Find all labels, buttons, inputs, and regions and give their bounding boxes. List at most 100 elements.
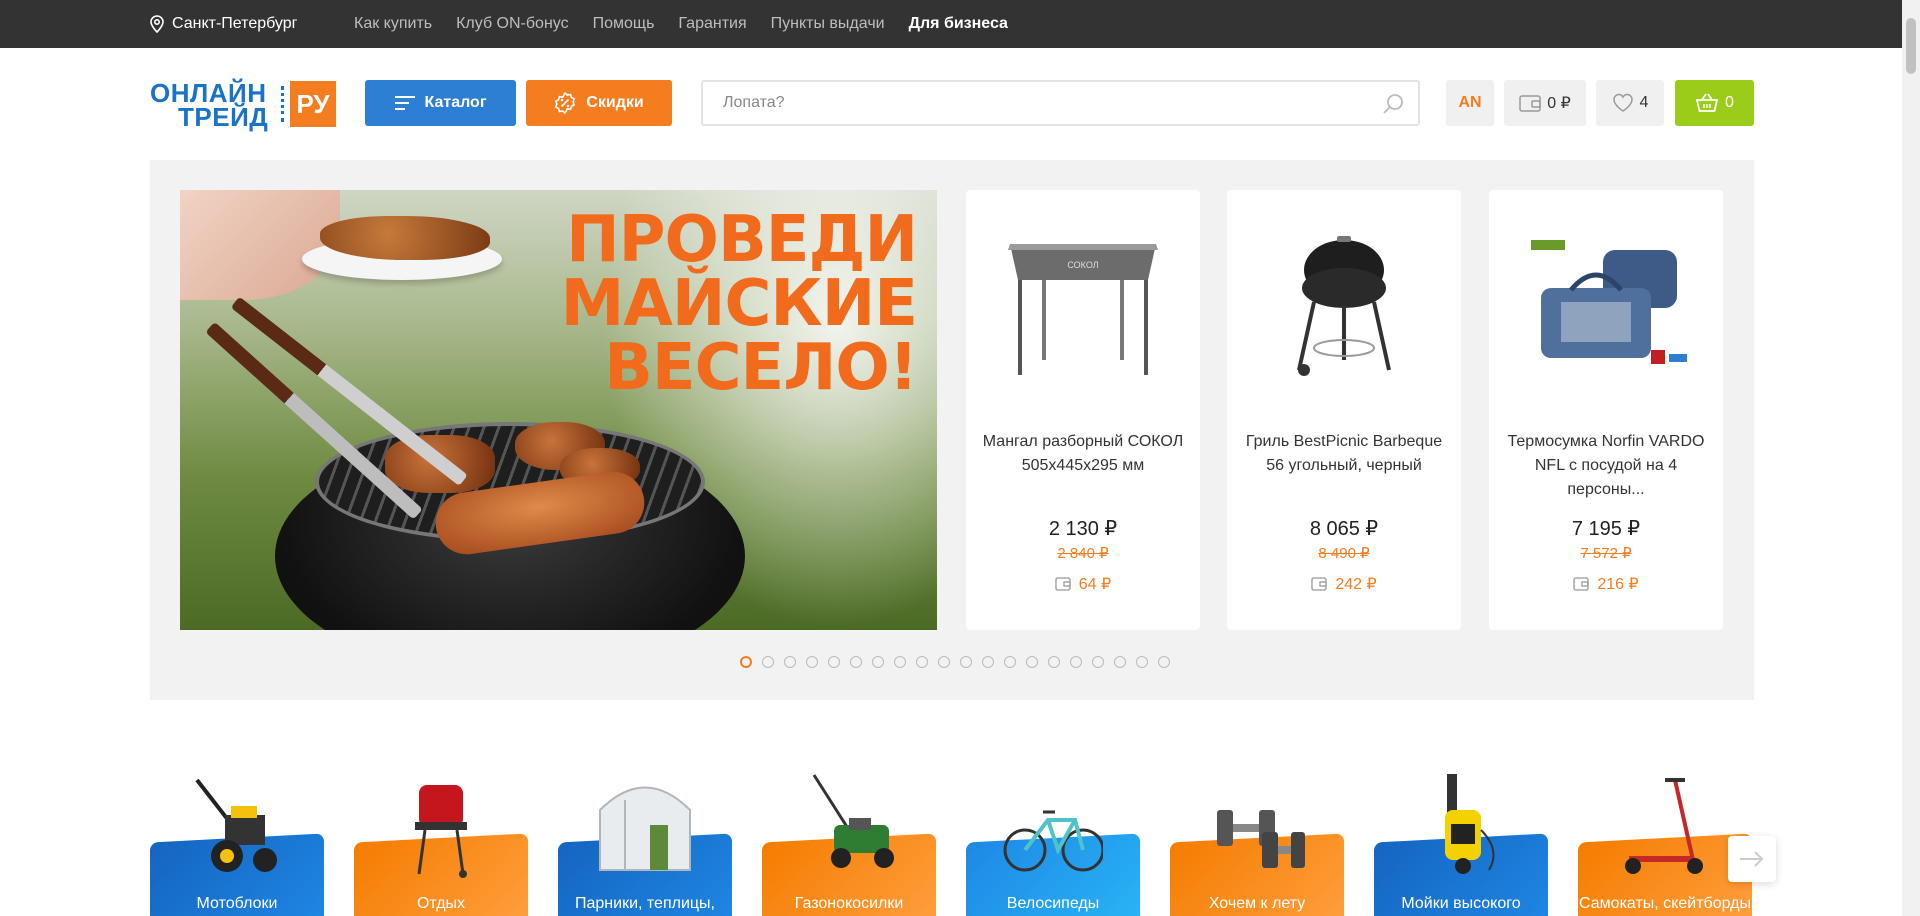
scrollbar-thumb[interactable] — [1906, 18, 1916, 74]
nav-pickup-points[interactable]: Пункты выдачи — [771, 15, 885, 33]
basket-icon — [1695, 93, 1719, 112]
product-bonus: 242 ₽ — [1227, 574, 1461, 594]
nav-on-bonus-club[interactable]: Клуб ON-бонус — [456, 15, 569, 33]
greenhouse-image — [599, 786, 691, 871]
product-name[interactable]: Гриль BestPicnic Barbeque 56 угольный, ч… — [1241, 430, 1447, 478]
category-tile[interactable]: Газонокосилки — [762, 760, 936, 916]
product-name[interactable]: Термосумка Norfin VARDO NFL с посудой на… — [1503, 430, 1709, 502]
banner-hand-image — [180, 190, 340, 300]
slider-dot[interactable] — [1092, 656, 1104, 668]
slider-dot[interactable] — [850, 656, 862, 668]
slider-dot[interactable] — [784, 656, 796, 668]
category-tile[interactable]: Мойки высокого давления — [1374, 760, 1548, 916]
category-label: Мотоблоки — [196, 895, 278, 912]
slider-dot[interactable] — [1070, 656, 1082, 668]
product-price: 2 130 ₽ — [1048, 518, 1118, 540]
product-card[interactable]: Термосумка Norfin VARDO NFL с посудой на… — [1489, 190, 1723, 630]
slider-dot[interactable] — [982, 656, 994, 668]
product-old-price: 2 840 ₽ — [1057, 545, 1109, 562]
bbq-grill-image — [415, 785, 467, 878]
logo-ru-badge: РУ — [290, 81, 336, 127]
brazier-image: СОКОЛ — [1008, 244, 1158, 375]
slider-dot[interactable] — [872, 656, 884, 668]
location-pin-icon — [150, 15, 164, 33]
kettle-grill-image — [1297, 236, 1391, 376]
nav-help[interactable]: Помощь — [593, 15, 655, 33]
catalog-button[interactable]: Каталог — [365, 80, 516, 126]
slider-dot[interactable] — [894, 656, 906, 668]
slider-pagination — [740, 655, 1180, 669]
slider-dot[interactable] — [938, 656, 950, 668]
slider-dot[interactable] — [1114, 656, 1126, 668]
slider-dot[interactable] — [916, 656, 928, 668]
nav-for-business[interactable]: Для бизнеса — [909, 15, 1008, 33]
city-selector[interactable]: Санкт-Петербург — [150, 0, 297, 48]
category-label: Отдых — [416, 895, 466, 912]
slider-dot[interactable] — [828, 656, 840, 668]
top-nav: Как купить Клуб ON-бонус Помощь Гарантия… — [354, 0, 1032, 48]
product-old-price: 8 490 ₽ — [1318, 545, 1370, 562]
site-header: ОНЛАЙН ТРЕЙД РУ Каталог Скидки AN 0 ₽ 4 … — [0, 48, 1902, 160]
nav-warranty[interactable]: Гарантия — [678, 15, 746, 33]
product-name[interactable]: Мангал разборный СОКОЛ 505x445x295 мм — [980, 430, 1186, 478]
category-tile[interactable]: Велосипеды — [966, 760, 1140, 916]
nav-how-to-buy[interactable]: Как купить — [354, 15, 432, 33]
slider-dot[interactable] — [1158, 656, 1170, 668]
page-scrollbar[interactable] — [1902, 0, 1920, 916]
discount-badge-icon — [555, 92, 576, 114]
product-card[interactable]: СОКОЛ Мангал разборный СОКОЛ 505x445x295… — [966, 190, 1200, 630]
category-tile[interactable]: Самокаты, скейтборды — [1578, 760, 1752, 916]
slider-dot[interactable] — [762, 656, 774, 668]
product-bonus: 64 ₽ — [966, 574, 1200, 594]
wallet-icon — [1055, 577, 1071, 591]
bonus-balance-button[interactable]: 0 ₽ — [1504, 80, 1586, 126]
slider-dot[interactable] — [960, 656, 972, 668]
slider-dot[interactable] — [1136, 656, 1148, 668]
product-bonus: 216 ₽ — [1489, 574, 1723, 594]
category-label: Самокаты, скейтборды — [1579, 895, 1751, 912]
discounts-button[interactable]: Скидки — [526, 80, 672, 126]
product-bonus-value: 242 ₽ — [1335, 576, 1377, 593]
wallet-icon — [1573, 577, 1589, 591]
arrow-right-icon — [1740, 851, 1764, 867]
banner-chicken-image — [320, 216, 490, 260]
category-tile[interactable]: Мотоблоки — [150, 760, 324, 916]
top-bar: Санкт-Петербург Как купить Клуб ON-бонус… — [0, 0, 1902, 48]
product-bonus-value: 64 ₽ — [1078, 576, 1112, 593]
search-icon[interactable] — [1382, 93, 1404, 115]
discounts-label: Скидки — [586, 94, 644, 111]
favorites-count: 4 — [1639, 94, 1649, 111]
slider-dot[interactable] — [806, 656, 818, 668]
bonus-balance-value: 0 ₽ — [1547, 95, 1571, 112]
site-logo[interactable]: ОНЛАЙН ТРЕЙД РУ — [150, 78, 338, 132]
favorites-button[interactable]: 4 — [1596, 80, 1664, 126]
user-initials: AN — [1458, 94, 1482, 111]
user-account-button[interactable]: AN — [1446, 80, 1494, 126]
picnic-bag-image — [1531, 240, 1687, 364]
search-input[interactable] — [723, 82, 1363, 124]
logo-word-trade: ТРЕЙД — [178, 102, 269, 132]
menu-lines-icon — [394, 96, 415, 110]
promo-banner[interactable]: ПРОВЕДИ МАЙСКИЕ ВЕСЕЛО! — [180, 190, 937, 630]
category-tile[interactable]: Парники, теплицы, укрывной материал — [558, 760, 732, 916]
cultivator-image — [195, 778, 277, 872]
wallet-icon — [1519, 95, 1541, 112]
slider-dot[interactable] — [1026, 656, 1038, 668]
category-next-button[interactable] — [1728, 836, 1776, 882]
category-tile[interactable]: Отдых — [354, 760, 528, 916]
category-carousel: Мотоблоки Отдых Парники, теплицы, укрывн… — [150, 760, 1754, 916]
slider-dot[interactable] — [740, 656, 752, 668]
pressure-washer-image — [1445, 774, 1495, 874]
category-tile[interactable]: Хочем к лету — [1170, 760, 1344, 916]
category-label: Парники, теплицы, укрывной материал — [572, 895, 719, 916]
slider-dot[interactable] — [1004, 656, 1016, 668]
product-price: 8 065 ₽ — [1309, 518, 1379, 540]
slider-dot[interactable] — [1048, 656, 1060, 668]
product-card[interactable]: Гриль BestPicnic Barbeque 56 угольный, ч… — [1227, 190, 1461, 630]
banner-headline: ПРОВЕДИ МАЙСКИЕ ВЕСЕЛО! — [560, 203, 918, 400]
banner-headline-line: ПРОВЕДИ — [566, 203, 918, 277]
cart-button[interactable]: 0 — [1675, 80, 1754, 126]
banner-headline-line: МАЙСКИЕ — [560, 267, 918, 341]
cart-count: 0 — [1725, 94, 1734, 111]
dumbbells-image — [1217, 810, 1305, 868]
